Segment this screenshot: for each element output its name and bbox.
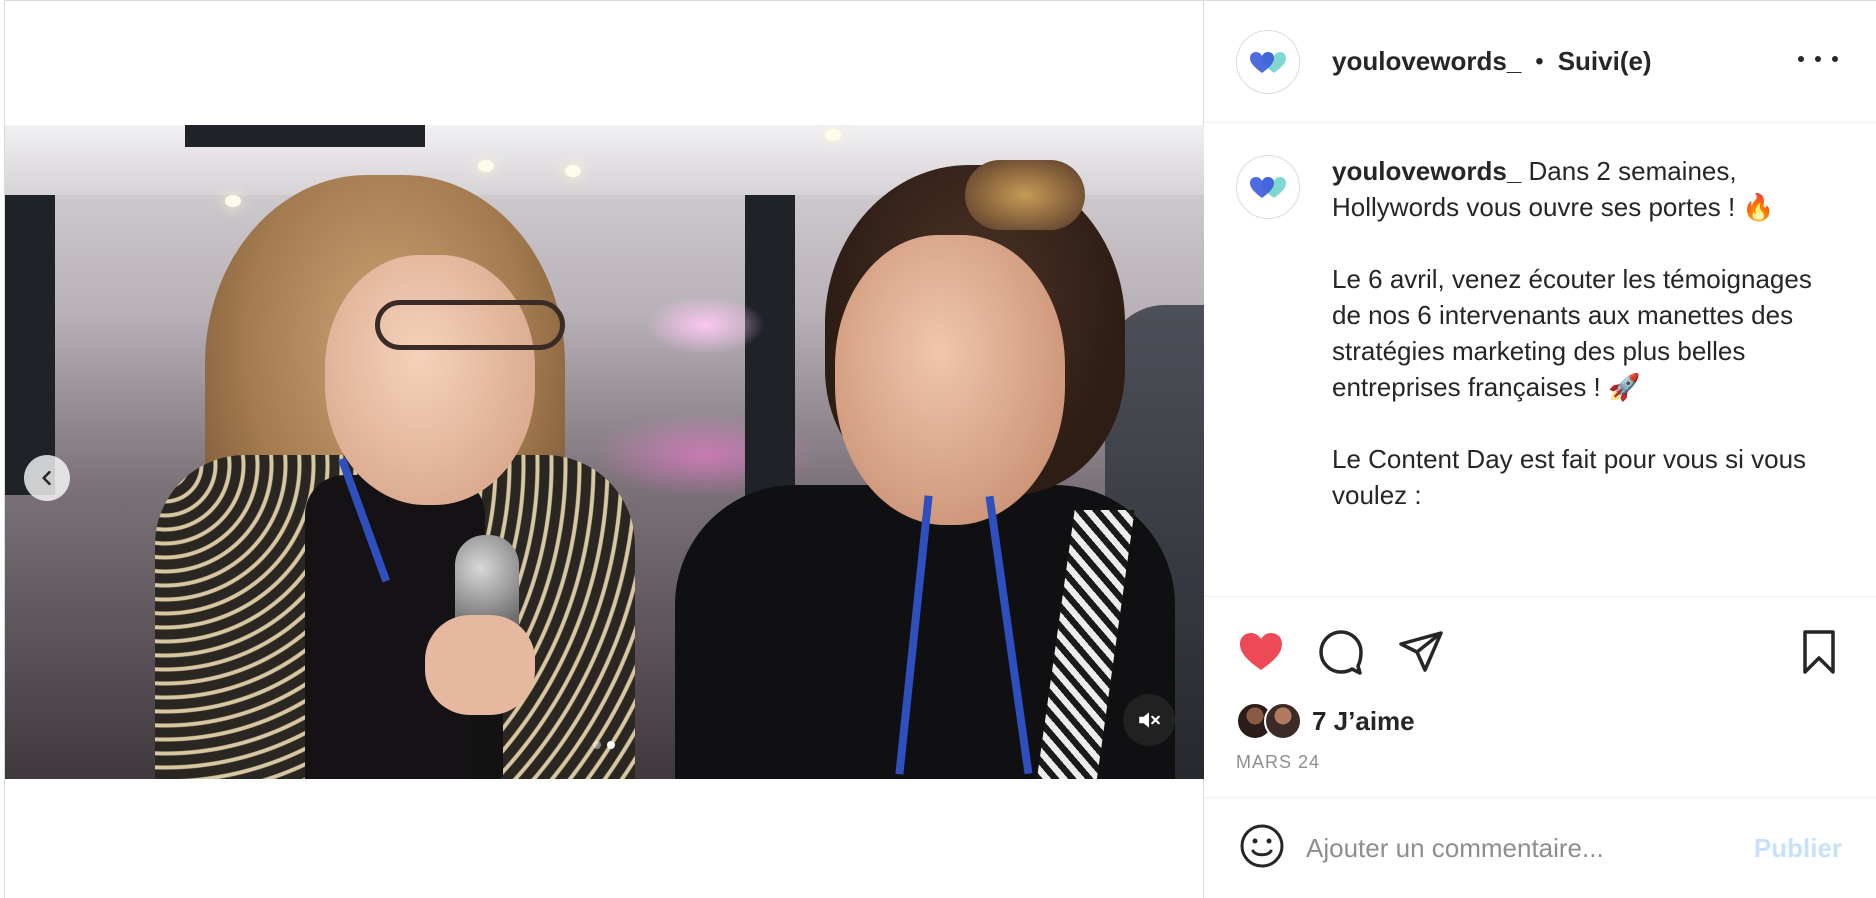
brand-logo-icon <box>1250 177 1286 198</box>
post-modal: youlovewords_ • Suivi(e) youlovewords_ D… <box>4 0 1876 898</box>
smiley-icon <box>1240 824 1284 868</box>
comment-bar: Publier <box>1204 797 1876 898</box>
liker-avatar[interactable] <box>1264 702 1302 740</box>
paper-plane-icon <box>1399 631 1443 672</box>
video-person-right-face <box>835 235 1065 525</box>
publish-button[interactable]: Publier <box>1754 833 1842 864</box>
likes-count[interactable]: 7 J’aime <box>1312 706 1415 737</box>
video-person-left-glasses <box>375 300 565 350</box>
post-actions: 7 J’aime MARS 24 <box>1204 596 1876 796</box>
ellipsis-icon <box>1832 56 1838 62</box>
ellipsis-icon <box>1815 56 1821 62</box>
video-scene-lamp <box>825 129 841 141</box>
carousel-indicator <box>593 741 615 749</box>
chevron-left-icon <box>42 470 51 486</box>
neon-sign <box>645 295 765 355</box>
post-header: youlovewords_ • Suivi(e) <box>1204 1 1876 123</box>
caption-avatar[interactable] <box>1236 155 1300 219</box>
carousel-dot-active <box>607 741 615 749</box>
heart-filled-icon <box>1240 633 1282 670</box>
like-button[interactable] <box>1236 627 1286 677</box>
video-person-right-bun <box>965 160 1085 230</box>
carousel-dot <box>593 741 601 749</box>
share-button[interactable] <box>1396 627 1446 677</box>
post-video[interactable] <box>5 125 1204 779</box>
emoji-button[interactable] <box>1238 822 1286 875</box>
video-scene-pillar <box>745 195 795 515</box>
more-options-button[interactable] <box>1798 49 1838 69</box>
video-scene-lamp <box>565 165 581 177</box>
video-person-left-face <box>325 255 535 505</box>
post-date[interactable]: MARS 24 <box>1236 752 1844 773</box>
previous-slide-button[interactable] <box>24 455 70 501</box>
brand-logo-icon <box>1250 51 1286 73</box>
likes-summary: 7 J’aime <box>1236 702 1844 740</box>
video-scene-beam <box>185 125 425 147</box>
speech-bubble-icon <box>1319 630 1363 675</box>
bookmark-icon <box>1803 630 1835 674</box>
caption-username[interactable]: youlovewords_ <box>1332 156 1521 186</box>
ellipsis-icon <box>1798 56 1804 62</box>
save-button[interactable] <box>1794 627 1844 677</box>
post-side-panel: youlovewords_ • Suivi(e) youlovewords_ D… <box>1204 1 1876 898</box>
speaker-muted-icon <box>1139 712 1160 728</box>
comment-input[interactable] <box>1306 833 1754 864</box>
video-scene-lamp <box>478 160 494 172</box>
caption-body: Dans 2 semaines, Hollywords vous ouvre s… <box>1332 156 1812 510</box>
video-scene-lamp <box>225 195 241 207</box>
follow-status-button[interactable]: Suivi(e) <box>1558 46 1652 77</box>
post-caption: youlovewords_ Dans 2 semaines, Hollyword… <box>1204 123 1876 596</box>
video-hand <box>425 615 535 715</box>
video-scene-pillar <box>5 195 55 495</box>
comment-button[interactable] <box>1316 627 1366 677</box>
account-avatar[interactable] <box>1236 29 1300 94</box>
action-icons-row <box>1236 627 1844 677</box>
header-separator: • <box>1535 47 1544 75</box>
mute-toggle-button[interactable] <box>1123 694 1175 746</box>
media-column <box>5 1 1204 898</box>
caption-text: youlovewords_ Dans 2 semaines, Hollyword… <box>1332 153 1836 596</box>
account-username[interactable]: youlovewords_ <box>1332 46 1521 77</box>
